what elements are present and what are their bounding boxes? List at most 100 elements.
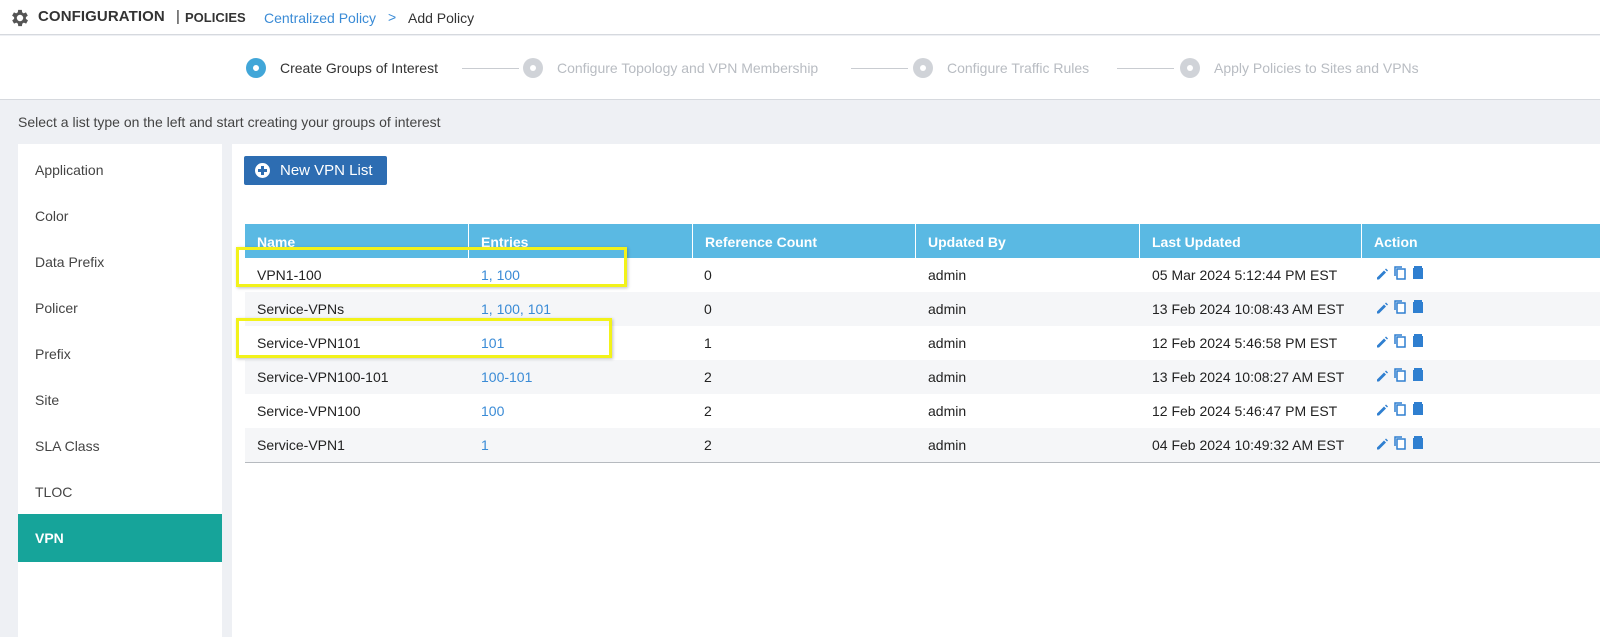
row-actions — [1375, 401, 1425, 419]
copy-icon[interactable] — [1393, 401, 1407, 417]
table-bottom-border — [245, 462, 1600, 463]
edit-icon[interactable] — [1375, 333, 1389, 349]
step-indicator-icon — [523, 58, 543, 78]
delete-icon[interactable] — [1411, 367, 1425, 383]
delete-icon[interactable] — [1411, 333, 1425, 349]
step-indicator-icon — [246, 58, 266, 78]
cell-entries[interactable]: 1, 100, 101 — [481, 301, 551, 317]
cell-entries[interactable]: 1, 100 — [481, 267, 520, 283]
edit-icon[interactable] — [1375, 435, 1389, 451]
edit-icon[interactable] — [1375, 367, 1389, 383]
table-header: Name Entries Reference Count Updated By … — [245, 224, 1600, 258]
delete-icon[interactable] — [1411, 299, 1425, 315]
sidebar-item-application[interactable]: Application — [18, 146, 222, 192]
row-actions — [1375, 333, 1425, 351]
cell-reference-count: 0 — [704, 301, 712, 317]
cell-updated-by: admin — [928, 335, 967, 351]
cell-updated-by: admin — [928, 301, 967, 317]
sidebar-item-label: Application — [35, 162, 104, 178]
cell-reference-count: 2 — [704, 369, 712, 385]
copy-icon[interactable] — [1393, 333, 1407, 349]
sidebar-item-sla-class[interactable]: SLA Class — [18, 422, 222, 468]
sidebar-item-policer[interactable]: Policer — [18, 284, 222, 330]
row-actions — [1375, 299, 1425, 317]
delete-icon[interactable] — [1411, 265, 1425, 281]
step-indicator-icon — [1180, 58, 1200, 78]
column-header-label: Name — [257, 234, 296, 250]
sidebar-item-data-prefix[interactable]: Data Prefix — [18, 238, 222, 284]
cell-updated-by: admin — [928, 369, 967, 385]
table-row: Service-VPN100-101 100-101 2 admin 13 Feb 20… — [245, 360, 1600, 394]
sidebar-item-label: Prefix — [35, 346, 71, 362]
top-bar: CONFIGURATION | POLICIES Centralized Pol… — [0, 0, 1600, 35]
table-row: Service-VPN101 101 1 admin 12 Feb 2024 5:46:… — [245, 326, 1600, 360]
table-row: Service-VPN1 1 2 admin 04 Feb 2024 10:49:32 … — [245, 428, 1600, 462]
step-label: Apply Policies to Sites and VPNs — [1214, 60, 1419, 76]
copy-icon[interactable] — [1393, 265, 1407, 281]
row-actions — [1375, 265, 1425, 283]
gear-icon — [12, 9, 28, 27]
cell-last-updated: 04 Feb 2024 10:49:32 AM EST — [1152, 437, 1345, 453]
cell-updated-by: admin — [928, 437, 967, 453]
cell-entries[interactable]: 100-101 — [481, 369, 532, 385]
column-header-label: Entries — [481, 234, 529, 250]
cell-last-updated: 13 Feb 2024 10:08:27 AM EST — [1152, 369, 1345, 385]
breadcrumb-centralized-policy-link[interactable]: Centralized Policy — [264, 10, 376, 26]
edit-icon[interactable] — [1375, 401, 1389, 417]
breadcrumb-separator: > — [388, 9, 397, 25]
edit-icon[interactable] — [1375, 265, 1389, 281]
column-header-label: Reference Count — [705, 234, 818, 250]
app-subtitle: POLICIES — [185, 10, 246, 25]
sidebar-item-label: Color — [35, 208, 69, 224]
cell-name: Service-VPN100 — [257, 403, 361, 419]
row-actions — [1375, 367, 1425, 385]
cell-entries[interactable]: 1 — [481, 437, 489, 453]
sidebar-item-label: TLOC — [35, 484, 73, 500]
delete-icon[interactable] — [1411, 435, 1425, 451]
add-circle-icon — [255, 163, 270, 178]
column-header-name[interactable]: Name — [245, 224, 469, 258]
title-separator: | — [176, 8, 180, 25]
copy-icon[interactable] — [1393, 367, 1407, 383]
breadcrumb-current: Add Policy — [408, 10, 475, 26]
instruction-text: Select a list type on the left and start… — [18, 114, 441, 130]
table-row: Service-VPNs 1, 100, 101 0 admin 13 Feb 2024… — [245, 292, 1600, 326]
step-label: Create Groups of Interest — [280, 60, 438, 76]
column-header-action: Action — [1362, 224, 1600, 258]
table-row: Service-VPN100 100 2 admin 12 Feb 2024 5:46:… — [245, 394, 1600, 428]
copy-icon[interactable] — [1393, 435, 1407, 451]
cell-entries[interactable]: 100 — [481, 403, 504, 419]
delete-icon[interactable] — [1411, 401, 1425, 417]
sidebar-item-color[interactable]: Color — [18, 192, 222, 238]
step-label: Configure Traffic Rules — [947, 60, 1090, 76]
sidebar-item-label: Policer — [35, 300, 78, 316]
copy-icon[interactable] — [1393, 299, 1407, 315]
cell-last-updated: 12 Feb 2024 5:46:47 PM EST — [1152, 403, 1338, 419]
cell-entries[interactable]: 101 — [481, 335, 504, 351]
cell-name: Service-VPN100-101 — [257, 369, 389, 385]
new-vpn-list-button[interactable]: New VPN List — [244, 156, 387, 185]
cell-updated-by: admin — [928, 403, 967, 419]
edit-icon[interactable] — [1375, 299, 1389, 315]
sidebar-item-label: Site — [35, 392, 60, 408]
step-label: Configure Topology and VPN Membership — [557, 60, 819, 76]
cell-name: VPN1-100 — [257, 267, 322, 283]
sidebar-item-label: SLA Class — [35, 438, 100, 454]
cell-last-updated: 13 Feb 2024 10:08:43 AM EST — [1152, 301, 1345, 317]
sidebar-item-vpn[interactable]: VPN — [18, 514, 222, 562]
vpn-list-table: Name Entries Reference Count Updated By … — [245, 224, 1600, 463]
column-header-reference-count[interactable]: Reference Count — [693, 224, 916, 258]
column-header-last-updated[interactable]: Last Updated — [1140, 224, 1362, 258]
cell-last-updated: 12 Feb 2024 5:46:58 PM EST — [1152, 335, 1338, 351]
app-title: CONFIGURATION — [38, 8, 165, 25]
sidebar-item-tloc[interactable]: TLOC — [18, 468, 222, 514]
sidebar-item-site[interactable]: Site — [18, 376, 222, 422]
column-header-entries[interactable]: Entries — [469, 224, 693, 258]
vpn-list-panel: New VPN List Name Entries Reference Coun… — [232, 144, 1600, 637]
column-header-label: Last Updated — [1152, 234, 1241, 250]
sidebar-item-label: Data Prefix — [35, 254, 105, 270]
column-header-updated-by[interactable]: Updated By — [916, 224, 1140, 258]
sidebar-item-prefix[interactable]: Prefix — [18, 330, 222, 376]
cell-last-updated: 05 Mar 2024 5:12:44 PM EST — [1152, 267, 1338, 283]
step-connector — [462, 68, 519, 69]
